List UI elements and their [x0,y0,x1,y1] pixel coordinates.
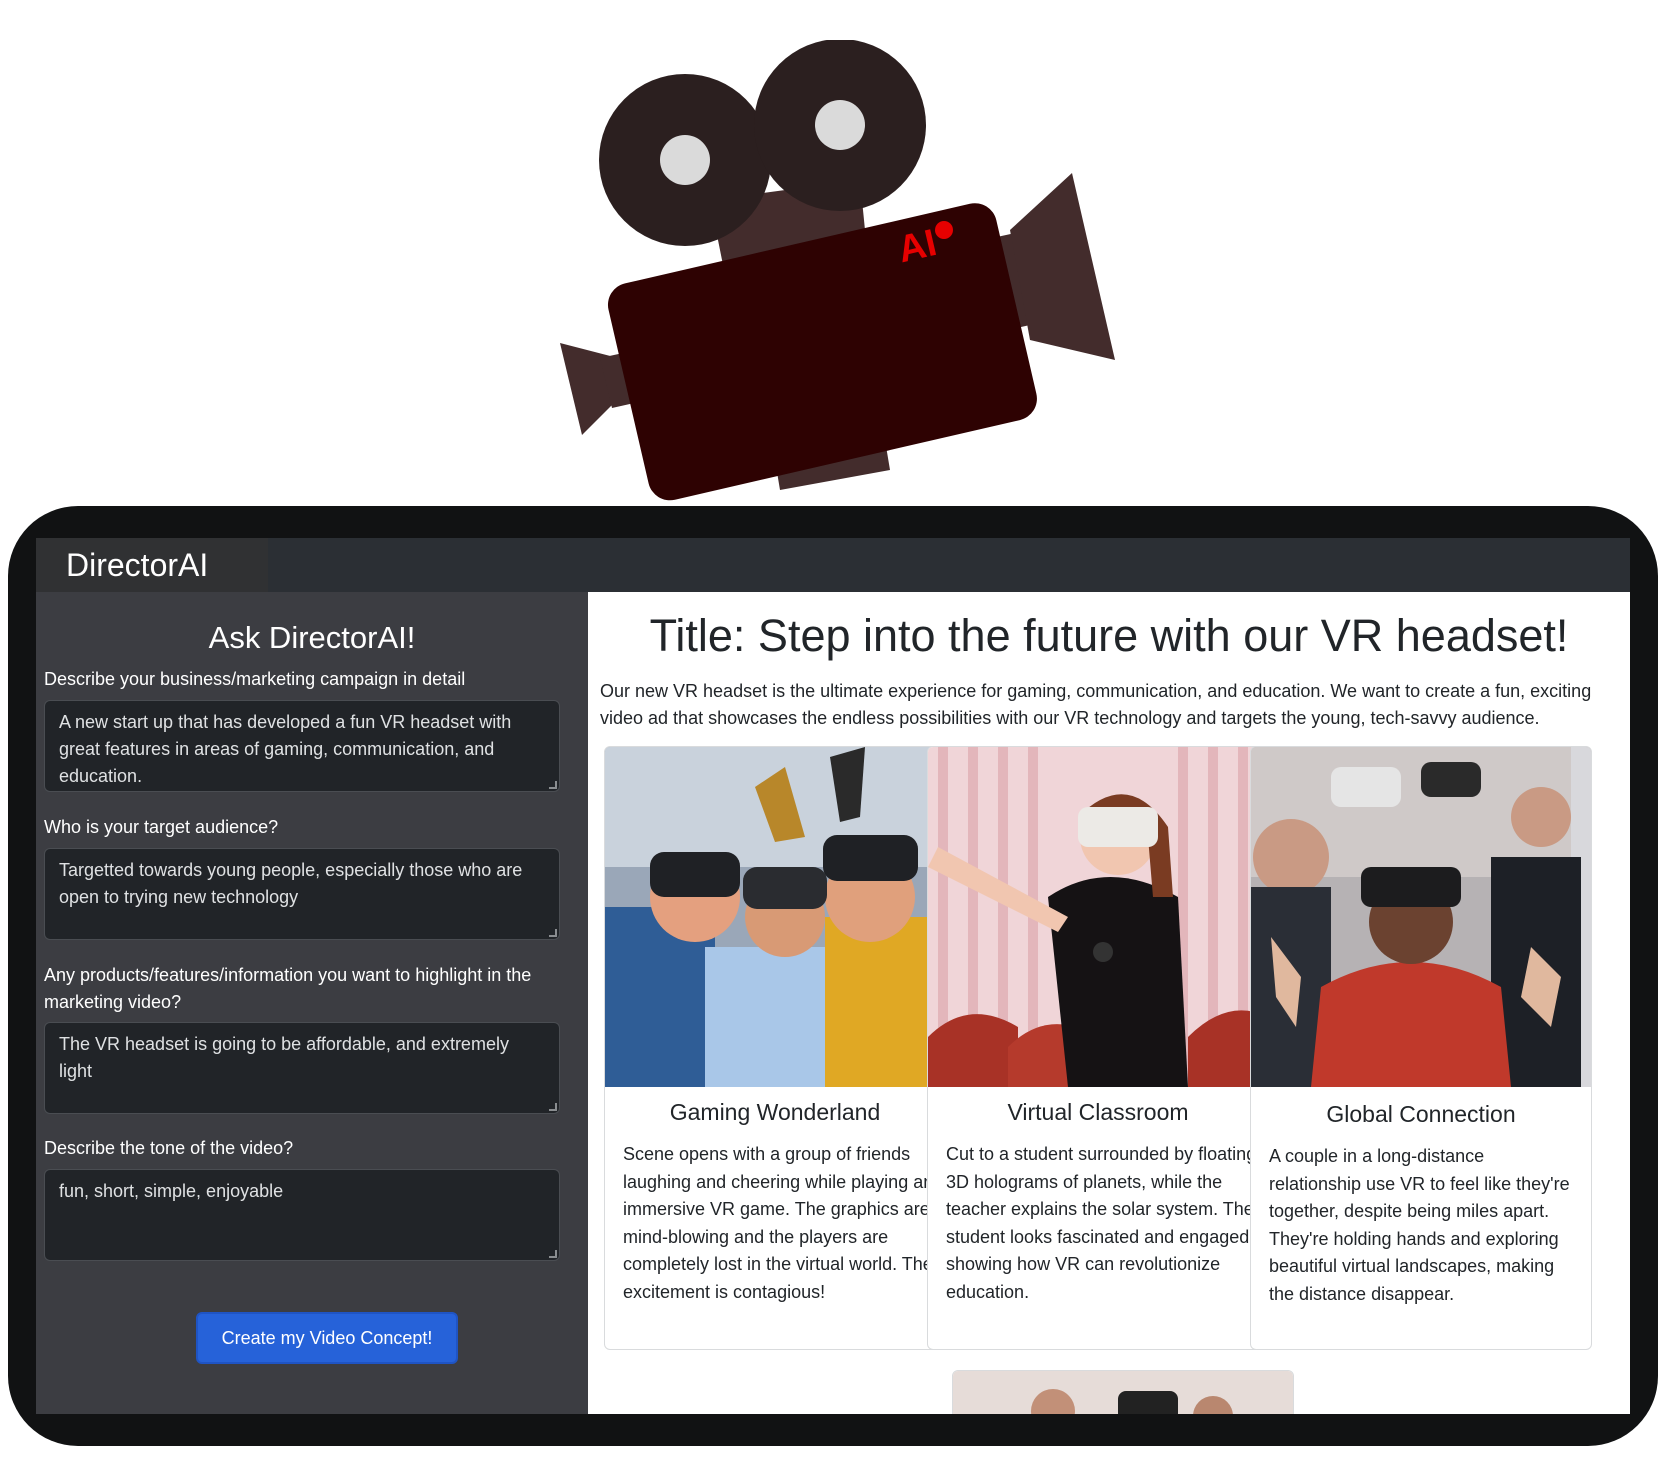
scene-image-partial [953,1371,1293,1414]
resize-grip-icon[interactable] [549,1103,557,1111]
navbar-brand[interactable]: DirectorAI [36,538,268,592]
campaign-label: Describe your business/marketing campaig… [44,669,466,689]
scene-text: A couple in a long-distance relationship… [1269,1146,1570,1304]
audience-label: Who is your target audience? [44,817,279,837]
tone-label: Describe the tone of the video? [44,1138,294,1158]
highlight-textarea[interactable]: The VR headset is going to be affordable… [44,1022,560,1114]
sidebar-title: Ask DirectorAI! [208,620,416,655]
director-ai-camera-logo: AI [560,40,1115,501]
scene-card: Virtual Classroom Cut to a student surro… [927,746,1269,1350]
ask-sidebar: Ask DirectorAI! Describe your business/m… [36,592,588,1414]
scene-card: Gaming Wonderland Scene opens with a gro… [604,746,946,1350]
concept-panel: Title: Step into the future with our VR … [588,592,1630,1414]
concept-title: Title: Step into the future with our VR … [649,610,1569,661]
scene-card-partial [952,1370,1294,1414]
scene-image-connection [1251,747,1591,1087]
scene-title: Global Connection [1326,1101,1516,1127]
resize-grip-icon[interactable] [549,929,557,937]
scene-text: Scene opens with a group of friends laug… [623,1144,934,1302]
scene-card: Global Connection A couple in a long-dis… [1250,746,1592,1350]
camera-logo-graphic: AI [560,40,1115,501]
scene-image-gaming [605,747,945,1087]
resize-grip-icon[interactable] [549,1250,557,1258]
audience-textarea[interactable]: Targetted towards young people, especial… [44,848,560,940]
tone-textarea[interactable]: fun, short, simple, enjoyable [44,1169,560,1261]
resize-grip-icon[interactable] [549,781,557,789]
device-frame: DirectorAI Ask DirectorAI! Describe your… [8,506,1658,1446]
scene-title: Virtual Classroom [1007,1099,1189,1125]
navbar: DirectorAI [36,538,1630,592]
scene-title: Gaming Wonderland [669,1099,881,1125]
highlight-label: Any products/features/information you wa… [44,965,532,1012]
scene-text: Cut to a student surrounded by floating … [946,1144,1257,1302]
concept-description: Our new VR headset is the ultimate exper… [600,681,1592,728]
campaign-textarea[interactable]: A new start up that has developed a fun … [44,700,560,792]
app-screen: DirectorAI Ask DirectorAI! Describe your… [36,538,1630,1414]
scene-image-classroom [928,747,1268,1087]
create-video-concept-button[interactable]: Create my Video Concept! [196,1312,458,1364]
